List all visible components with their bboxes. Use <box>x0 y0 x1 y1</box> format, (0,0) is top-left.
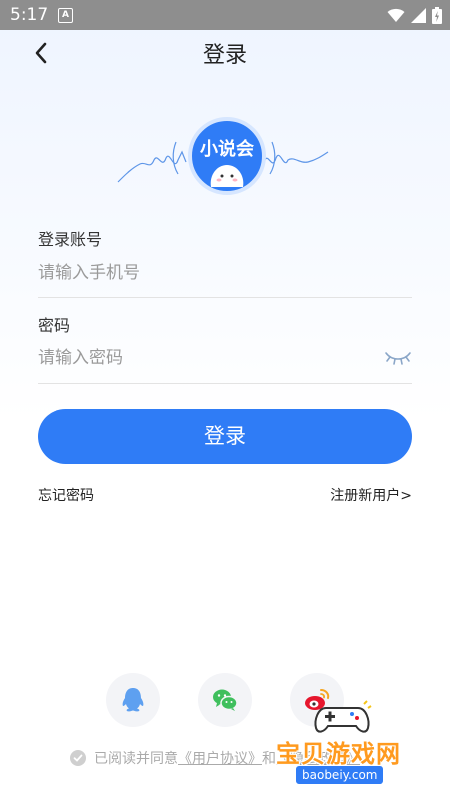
logo-circle: 小说会 <box>188 117 266 195</box>
gamepad-icon <box>314 700 372 733</box>
mascot-icon <box>210 165 244 187</box>
page-title: 登录 <box>202 43 247 68</box>
password-divider <box>38 383 412 384</box>
watermark-url: baobeiy.com <box>296 766 384 784</box>
account-label: 登录账号 <box>38 230 103 249</box>
forgot-password-link[interactable]: 忘记密码 <box>38 485 94 505</box>
password-input[interactable] <box>38 341 378 375</box>
login-button[interactable]: 登录 <box>38 409 412 464</box>
logo-text: 小说会 <box>200 139 254 160</box>
password-label: 密码 <box>38 316 71 335</box>
agreement-checkbox[interactable] <box>70 750 86 766</box>
wifi-icon <box>387 8 405 22</box>
battery-icon <box>432 6 442 24</box>
agreement-prefix: 已阅读并同意 <box>94 751 178 767</box>
register-link[interactable]: 注册新用户> <box>330 485 412 505</box>
toggle-password-button[interactable] <box>384 349 412 367</box>
agreement-and: 和 <box>262 751 276 767</box>
check-icon <box>73 754 83 762</box>
wechat-login-button[interactable] <box>198 673 252 727</box>
status-icons <box>387 6 442 24</box>
app-logo: 小说会 <box>116 112 332 198</box>
status-bar: 5:17 A <box>0 0 450 30</box>
qq-icon <box>122 688 144 712</box>
watermark-text: 宝贝游戏网 <box>276 740 401 768</box>
user-agreement-link[interactable]: 《用户协议》 <box>178 748 262 768</box>
wechat-icon <box>213 689 238 711</box>
status-time: 5:17 <box>10 5 49 25</box>
account-divider <box>38 297 412 298</box>
watermark: 宝贝游戏网 baobeiy.com <box>276 700 446 796</box>
notification-icon: A <box>58 8 73 23</box>
login-screen: 5:17 A 登录 小说会 登录账号 请输入手机号 密码 登录 忘记密码 注册新… <box>0 0 450 800</box>
phone-input[interactable] <box>38 256 378 290</box>
eye-closed-icon <box>385 352 411 365</box>
qq-login-button[interactable] <box>106 673 160 727</box>
signal-icon <box>411 7 426 23</box>
